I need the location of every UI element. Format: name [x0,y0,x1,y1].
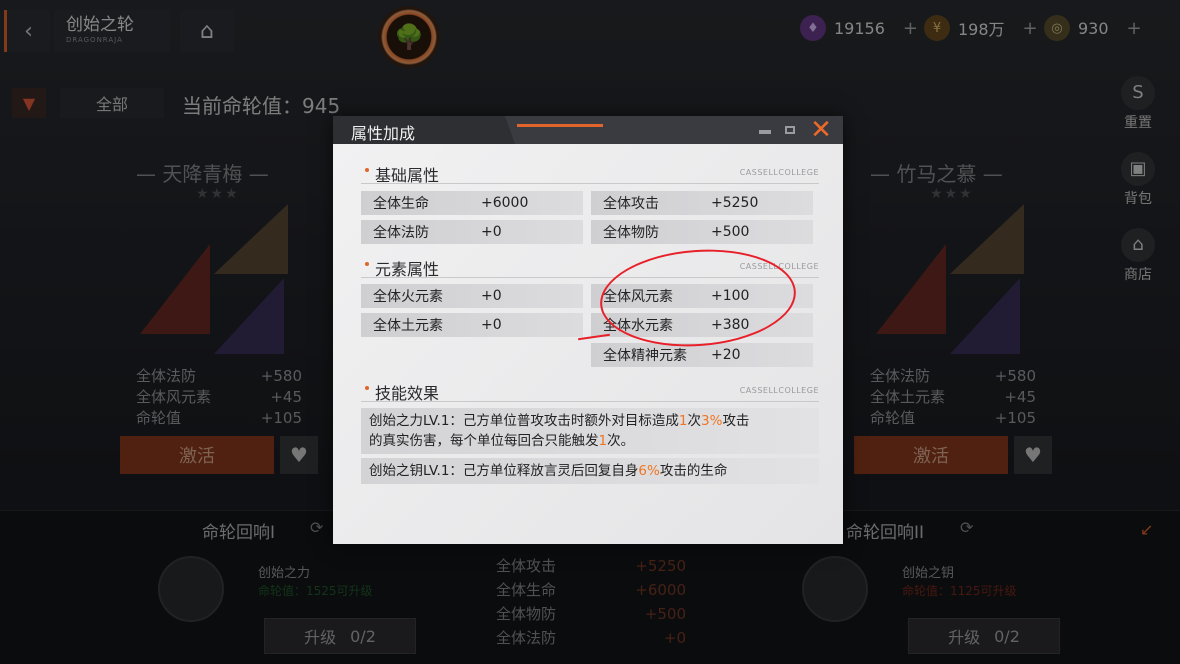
close-icon: ✕ [810,115,832,145]
section-label: 元素属性 [375,260,440,279]
section-label: 基础属性 [375,166,440,185]
close-button[interactable]: ✕ [807,115,835,145]
stat-cell: 全体精神元素 +20 [591,343,813,367]
section-label: 技能效果 [375,384,440,403]
stat-cell: 全体火元素 +0 [361,284,583,308]
header-accent-line [517,124,603,127]
brand-watermark: CASSELLCOLLEGE [739,386,819,395]
section-header: 基础属性 CASSELLCOLLEGE [361,162,819,185]
section-dot [365,168,369,172]
stat-cell: 全体攻击 +5250 [591,191,813,215]
attribute-bonus-modal: 属性加成 ✕ 基础属性 CASSELLCOLLEGE 全体生命 +6000 全体攻… [333,116,843,544]
section-header: 技能效果 CASSELLCOLLEGE [361,380,819,403]
basic-attributes-section: 基础属性 CASSELLCOLLEGE [361,162,819,185]
skill-row: 创始之力LV.1：己方单位普攻攻击时额外对目标造成1次3%攻击 的真实伤害，每个… [361,408,819,454]
stat-cell: 全体法防 +0 [361,220,583,244]
stat-cell: 全体生命 +6000 [361,191,583,215]
modal-header: 属性加成 ✕ [333,116,843,144]
stat-cell: 全体物防 +500 [591,220,813,244]
section-dot [365,386,369,390]
section-dot [365,262,369,266]
brand-watermark: CASSELLCOLLEGE [739,168,819,177]
window-maximize-icon [785,126,795,134]
window-minimize-icon [759,130,771,134]
stat-cell: 全体土元素 +0 [361,313,583,337]
skill-row: 创始之钥LV.1：己方单位释放言灵后回复自身6%攻击的生命 [361,458,819,484]
modal-title: 属性加成 [351,124,416,143]
skill-effects-section: 技能效果 CASSELLCOLLEGE [361,380,819,403]
